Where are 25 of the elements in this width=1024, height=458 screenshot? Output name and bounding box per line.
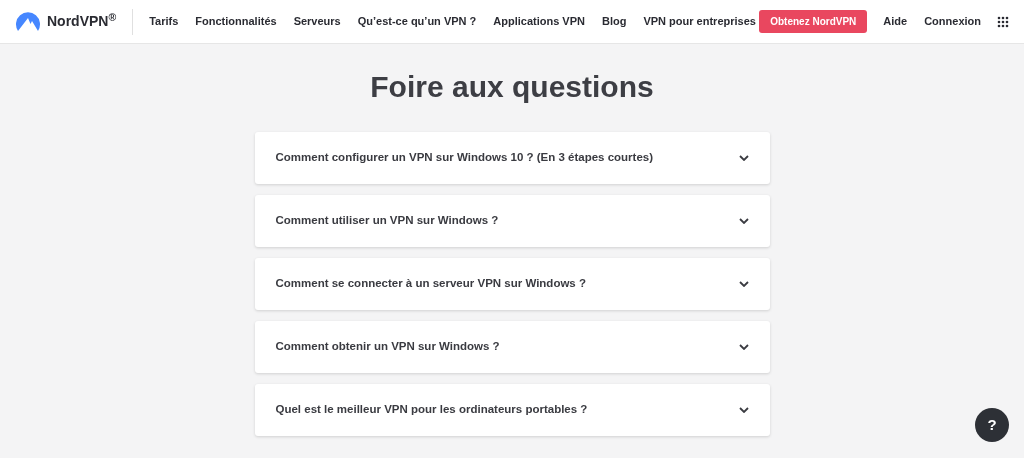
nav-link[interactable]: Aide	[883, 13, 908, 30]
faq-heading: Foire aux questions	[370, 69, 654, 105]
faq-item[interactable]: Quel est le meilleur VPN pour les ordinateurs portables ?	[254, 384, 770, 436]
nav-link[interactable]: Connexion	[924, 13, 981, 30]
chevron-icon	[738, 281, 749, 287]
faq-item[interactable]: Comment se connecter à un serveur VPN sur Windows ?	[254, 258, 770, 310]
faq-item[interactable]: Comment utiliser un VPN sur Windows ?	[254, 195, 770, 247]
nav-link[interactable]: Qu’est-ce qu’un VPN ?	[357, 13, 477, 30]
chevron-icon	[738, 155, 749, 161]
nav-link[interactable]: Blog	[602, 13, 627, 30]
nav-link[interactable]: Tarifs	[149, 13, 179, 30]
mountain-logo-icon	[15, 10, 41, 33]
chevron-icon	[738, 218, 749, 224]
chevron-icon	[738, 344, 749, 350]
get-nordvpn-button[interactable]: Obtenez NordVPN	[759, 10, 868, 33]
nav-link[interactable]: Applications VPN	[493, 13, 585, 30]
chevron-icon	[738, 407, 749, 413]
faq-item[interactable]: Comment configurer un VPN sur Windows 10 ? (En 3 étapes courtes)	[254, 132, 770, 184]
apps-grid-icon[interactable]	[997, 15, 1009, 28]
help-button[interactable]: ?	[975, 408, 1009, 442]
brand-logo[interactable]: NordVPN$^{®}$	[47, 11, 117, 32]
nav-link[interactable]: VPN pour entreprises	[643, 13, 756, 30]
faq-item[interactable]: Comment obtenir un VPN sur Windows ?	[254, 321, 770, 373]
nav-link[interactable]: Serveurs	[293, 13, 341, 30]
nav-link[interactable]: Fonctionnalités	[195, 13, 277, 30]
